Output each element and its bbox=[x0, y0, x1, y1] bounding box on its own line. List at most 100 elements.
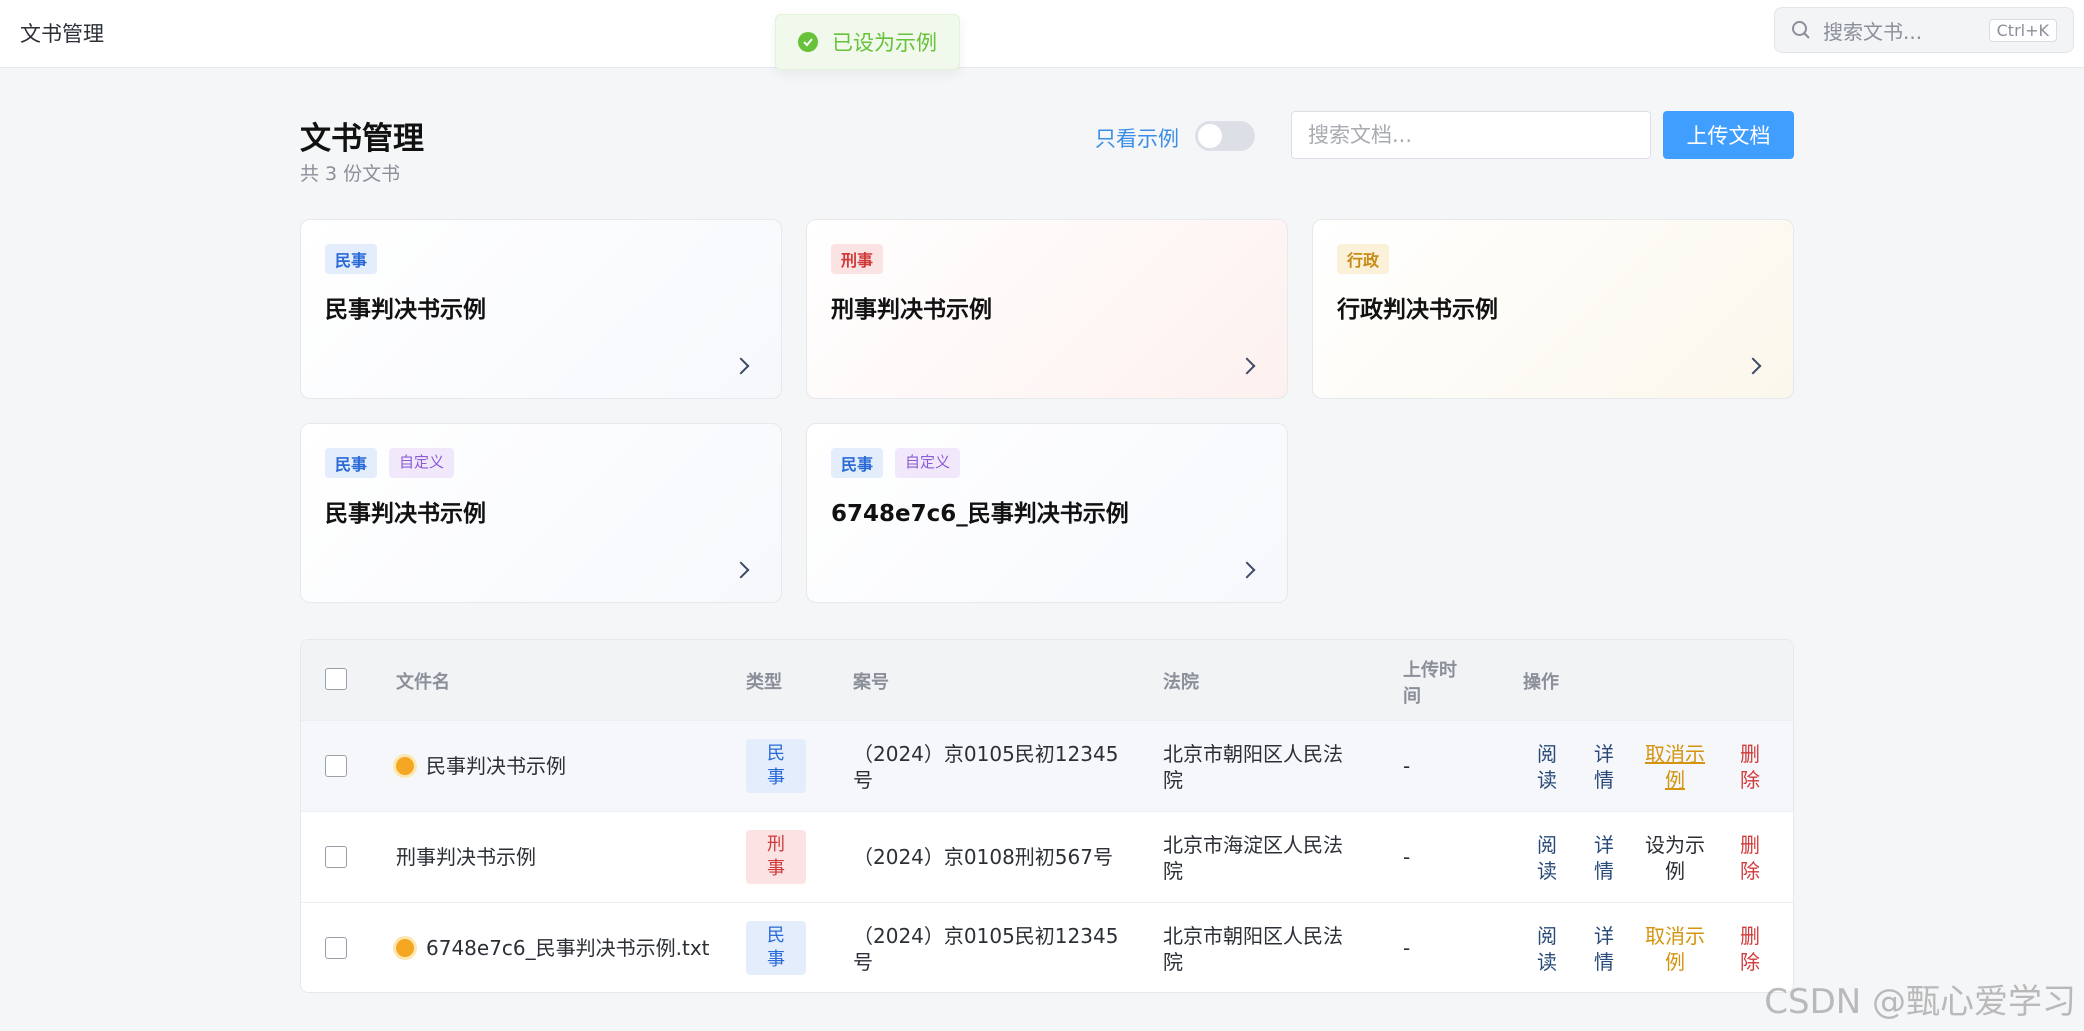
global-search[interactable]: 搜索文书... Ctrl+K bbox=[1774, 7, 2074, 53]
row-checkbox[interactable] bbox=[325, 846, 347, 868]
type-tag: 行政 bbox=[1337, 244, 1390, 274]
custom-tag: 自定义 bbox=[895, 448, 961, 478]
upload-document-button[interactable]: 上传文档 bbox=[1663, 111, 1794, 159]
delete-line1: 删 bbox=[1740, 924, 1760, 948]
row-case-number: （2024）京0108刑初567号 bbox=[853, 844, 1113, 870]
shortcut-hint: Ctrl+K bbox=[1988, 19, 2057, 42]
sun-icon bbox=[396, 939, 414, 957]
column-upload-time-line1: 上传时 bbox=[1403, 660, 1457, 681]
card-title: 民事判决书示例 bbox=[325, 297, 486, 323]
filename-text: 6748e7c6_民事判决书示例.txt bbox=[426, 936, 710, 960]
examples-only-toggle[interactable] bbox=[1195, 121, 1255, 151]
detail-button[interactable]: 详情 bbox=[1589, 832, 1619, 884]
row-court: 北京市海淀区人民法院 bbox=[1163, 832, 1343, 884]
set-example-button[interactable]: 设为示例 bbox=[1644, 832, 1706, 884]
detail-line1: 详 bbox=[1594, 833, 1614, 857]
read-line2: 读 bbox=[1537, 950, 1557, 974]
chevron-right-icon bbox=[1238, 561, 1256, 579]
table-row: 6748e7c6_民事判决书示例.txt 民事 （2024）京0105民初123… bbox=[301, 902, 1793, 992]
table-row: 刑事判决书示例 刑事 （2024）京0108刑初567号 北京市海淀区人民法院 … bbox=[301, 811, 1793, 902]
case-number-line2: 号 bbox=[853, 768, 873, 792]
chevron-right-icon bbox=[1744, 357, 1762, 375]
column-upload-time: 上传时 间 bbox=[1403, 656, 1457, 708]
row-checkbox[interactable] bbox=[325, 937, 347, 959]
filename-text: 刑事判决书示例 bbox=[396, 845, 536, 869]
read-line2: 读 bbox=[1537, 859, 1557, 883]
row-case-number: （2024）京0105民初12345 号 bbox=[853, 741, 1118, 793]
type-tag: 刑事 bbox=[831, 244, 884, 274]
court-line2: 院 bbox=[1163, 950, 1183, 974]
read-button[interactable]: 阅读 bbox=[1532, 832, 1562, 884]
row-filename: 刑事判决书示例 bbox=[396, 844, 536, 870]
court-line2: 院 bbox=[1163, 859, 1183, 883]
row-court: 北京市朝阳区人民法院 bbox=[1163, 923, 1343, 975]
delete-button[interactable]: 删除 bbox=[1735, 741, 1765, 793]
example-card[interactable]: 民事 民事判决书示例 bbox=[300, 219, 782, 399]
unset-example-button[interactable]: 取消示例 bbox=[1644, 923, 1706, 975]
example-card[interactable]: 行政 行政判决书示例 bbox=[1312, 219, 1794, 399]
chevron-right-icon bbox=[732, 357, 750, 375]
row-upload-time: - bbox=[1403, 845, 1411, 869]
delete-button[interactable]: 删除 bbox=[1735, 832, 1765, 884]
delete-line2: 除 bbox=[1740, 950, 1760, 974]
row-type-line2: 事 bbox=[767, 858, 785, 879]
success-toast: 已设为示例 bbox=[775, 14, 960, 70]
case-number-line2: 号 bbox=[853, 950, 873, 974]
card-title: 民事判决书示例 bbox=[325, 501, 486, 527]
card-title: 刑事判决书示例 bbox=[831, 297, 992, 323]
chevron-right-icon bbox=[732, 561, 750, 579]
example-card[interactable]: 民事 自定义 民事判决书示例 bbox=[300, 423, 782, 603]
document-count: 共 3 份文书 bbox=[300, 163, 401, 185]
row-type-line2: 事 bbox=[767, 767, 785, 788]
delete-line2: 除 bbox=[1740, 768, 1760, 792]
toast-message: 已设为示例 bbox=[832, 31, 937, 55]
row-upload-time: - bbox=[1403, 936, 1411, 960]
example-card[interactable]: 刑事 刑事判决书示例 bbox=[806, 219, 1288, 399]
row-filename: 民事判决书示例 bbox=[396, 753, 566, 779]
row-type-line1: 民 bbox=[767, 743, 785, 764]
type-tag: 民事 bbox=[325, 448, 378, 478]
read-button[interactable]: 阅读 bbox=[1532, 741, 1562, 793]
column-actions: 操作 bbox=[1523, 672, 1559, 693]
detail-line2: 情 bbox=[1594, 950, 1614, 974]
type-tag: 民事 bbox=[325, 244, 378, 274]
court-line1: 北京市朝阳区人民法 bbox=[1163, 924, 1343, 948]
read-line1: 阅 bbox=[1537, 924, 1557, 948]
detail-line1: 详 bbox=[1594, 924, 1614, 948]
detail-button[interactable]: 详情 bbox=[1589, 741, 1619, 793]
column-type: 类型 bbox=[746, 672, 782, 693]
documents-table: 文件名 类型 案号 法院 上传时 间 操作 民事判决书示例 民事 （2024）京… bbox=[300, 639, 1794, 993]
row-checkbox[interactable] bbox=[325, 755, 347, 777]
row-type-line1: 刑 bbox=[767, 834, 785, 855]
column-case-number: 案号 bbox=[853, 672, 889, 693]
case-number-line1: （2024）京0105民初12345 bbox=[853, 924, 1119, 948]
document-search-input[interactable]: 搜索文档... bbox=[1291, 111, 1651, 159]
column-filename: 文件名 bbox=[396, 672, 450, 693]
global-search-placeholder: 搜索文书... bbox=[1823, 19, 1923, 44]
example-line1: 取消示 bbox=[1645, 924, 1705, 948]
read-button[interactable]: 阅读 bbox=[1532, 923, 1562, 975]
sun-icon bbox=[396, 757, 414, 775]
row-filename: 6748e7c6_民事判决书示例.txt bbox=[396, 935, 710, 961]
delete-line1: 删 bbox=[1740, 742, 1760, 766]
delete-button[interactable]: 删除 bbox=[1735, 923, 1765, 975]
court-line2: 院 bbox=[1163, 768, 1183, 792]
case-number-line1: （2024）京0105民初12345 bbox=[853, 742, 1119, 766]
select-all-checkbox[interactable] bbox=[325, 668, 347, 690]
table-header: 文件名 类型 案号 法院 上传时 间 操作 bbox=[301, 640, 1793, 720]
example-card[interactable]: 民事 自定义 6748e7c6_民事判决书示例 bbox=[806, 423, 1288, 603]
search-icon bbox=[1792, 21, 1810, 39]
detail-line1: 详 bbox=[1594, 742, 1614, 766]
detail-line2: 情 bbox=[1594, 859, 1614, 883]
watermark: CSDN @甄心爱学习 bbox=[1764, 982, 2076, 1022]
detail-button[interactable]: 详情 bbox=[1589, 923, 1619, 975]
row-type-line1: 民 bbox=[767, 925, 785, 946]
unset-example-button[interactable]: 取消示例 bbox=[1644, 741, 1706, 793]
check-icon bbox=[798, 32, 818, 52]
examples-only-label: 只看示例 bbox=[1095, 127, 1179, 151]
card-title: 6748e7c6_民事判决书示例 bbox=[831, 501, 1129, 527]
detail-line2: 情 bbox=[1594, 768, 1614, 792]
top-bar: 文书管理 搜索文书... Ctrl+K bbox=[0, 0, 2084, 68]
example-line2: 例 bbox=[1665, 859, 1685, 883]
row-upload-time: - bbox=[1403, 754, 1411, 778]
